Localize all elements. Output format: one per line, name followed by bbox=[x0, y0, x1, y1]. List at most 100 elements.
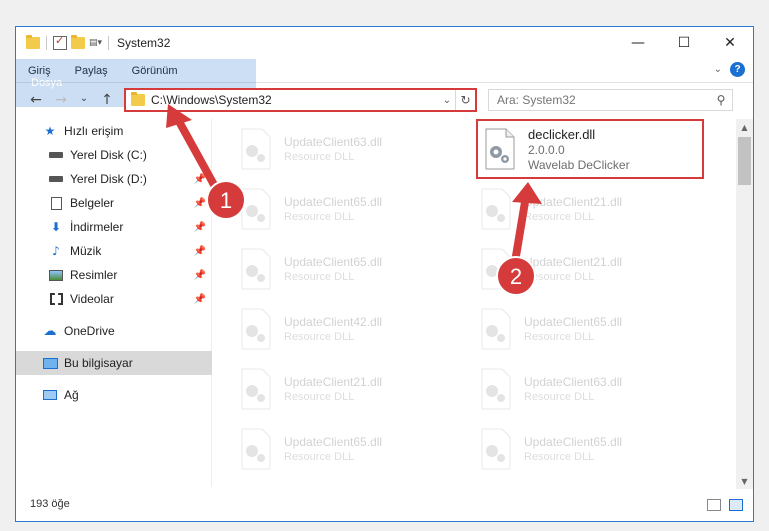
ribbon-tabs: Dosya Giriş Paylaş Görünüm ⌄ ? bbox=[16, 59, 753, 107]
dll-file-icon bbox=[478, 187, 514, 231]
ribbon-right: ⌄ ? bbox=[714, 62, 745, 77]
pin-icon[interactable]: 📌 bbox=[194, 270, 206, 281]
file-item[interactable]: UpdateClient21.dll Resource DLL bbox=[238, 365, 478, 413]
properties-icon[interactable] bbox=[53, 34, 67, 50]
music-icon: ♪ bbox=[52, 244, 60, 258]
toolbar-divider bbox=[108, 36, 110, 50]
file-item[interactable]: UpdateClient65.dll Resource DLL bbox=[478, 305, 718, 353]
forward-button[interactable]: → bbox=[50, 89, 72, 111]
navigation-pane: ★ Hızlı erişim Yerel Disk (C:) Yerel Dis… bbox=[16, 119, 212, 487]
sidebar-item-label: Resimler bbox=[70, 268, 118, 282]
help-icon[interactable]: ? bbox=[730, 62, 745, 77]
file-item[interactable]: UpdateClient63.dll Resource DLL bbox=[478, 365, 718, 413]
sidebar-item-videos[interactable]: Videolar 📌 bbox=[16, 287, 212, 311]
sidebar-item-this-pc[interactable]: Bu bilgisayar bbox=[16, 351, 212, 375]
pin-icon[interactable]: 📌 bbox=[194, 174, 206, 185]
file-list: UpdateClient63.dll Resource DLL UpdateCli… bbox=[214, 119, 734, 487]
pin-icon[interactable]: 📌 bbox=[194, 222, 206, 233]
minimize-button[interactable]: — bbox=[615, 27, 661, 59]
dll-file-icon bbox=[238, 127, 274, 171]
dll-file-icon bbox=[478, 307, 514, 351]
pin-icon[interactable]: 📌 bbox=[194, 246, 206, 257]
file-item[interactable]: UpdateClient63.dll Resource DLL bbox=[238, 125, 478, 173]
up-button[interactable]: ↑ bbox=[96, 89, 118, 111]
sidebar-item-documents[interactable]: Belgeler 📌 bbox=[16, 191, 212, 215]
pin-icon[interactable]: 📌 bbox=[194, 294, 206, 305]
file-version: 2.0.0.0 bbox=[528, 142, 565, 157]
file-description: Resource DLL bbox=[524, 271, 595, 283]
file-item[interactable]: UpdateClient65.dll Resource DLL bbox=[238, 425, 478, 473]
file-item[interactable]: UpdateClient21.dll Resource DLL bbox=[478, 245, 718, 293]
file-description: Resource DLL bbox=[524, 391, 595, 403]
close-button[interactable]: ✕ bbox=[707, 27, 753, 59]
file-item-declicker[interactable]: declicker.dll 2.0.0.0 Wavelab DeClicker bbox=[476, 119, 704, 179]
sidebar-item-label: Yerel Disk (C:) bbox=[70, 148, 147, 162]
refresh-icon[interactable]: ↻ bbox=[455, 90, 475, 110]
documents-icon bbox=[48, 196, 64, 210]
sidebar-item-local-disk-d[interactable]: Yerel Disk (D:) 📌 bbox=[16, 167, 212, 191]
star-icon: ★ bbox=[44, 124, 56, 138]
file-name: UpdateClient21.dll bbox=[284, 375, 383, 389]
customize-toolbar-icon[interactable]: ▤▾ bbox=[89, 38, 102, 48]
title-bar: ▤▾ System32 — ☐ ✕ bbox=[16, 27, 753, 59]
cloud-icon: ☁ bbox=[43, 323, 57, 339]
vertical-scrollbar[interactable]: ▲ ▼ bbox=[736, 119, 753, 489]
videos-icon bbox=[48, 292, 64, 306]
search-box[interactable]: ⚲ bbox=[488, 89, 733, 111]
new-folder-icon[interactable] bbox=[71, 35, 85, 49]
address-bar[interactable]: C:\Windows\System32 ⌄ ↻ bbox=[124, 88, 477, 112]
dll-file-icon bbox=[478, 247, 514, 291]
sidebar-item-label: Videolar bbox=[70, 292, 114, 306]
file-item[interactable]: UpdateClient65.dll Resource DLL bbox=[238, 185, 478, 233]
sidebar-item-pictures[interactable]: Resimler 📌 bbox=[16, 263, 212, 287]
quick-access-toolbar: ▤▾ bbox=[16, 34, 111, 50]
search-icon[interactable]: ⚲ bbox=[710, 93, 732, 107]
maximize-button[interactable]: ☐ bbox=[661, 27, 707, 59]
file-name: UpdateClient65.dll bbox=[284, 435, 383, 449]
address-dropdown-icon[interactable]: ⌄ bbox=[439, 95, 455, 106]
file-item[interactable]: UpdateClient21.dll Resource DLL bbox=[478, 185, 718, 233]
explorer-window: ▤▾ System32 — ☐ ✕ Dosya Giriş Paylaş Gör… bbox=[15, 26, 754, 522]
sidebar-item-label: Müzik bbox=[70, 244, 102, 258]
recent-locations-button[interactable]: ⌄ bbox=[73, 87, 95, 109]
details-view-icon[interactable] bbox=[707, 499, 721, 511]
file-name: UpdateClient63.dll bbox=[284, 135, 383, 149]
folder-icon bbox=[131, 92, 145, 106]
sidebar-item-network[interactable]: Ağ bbox=[16, 383, 212, 407]
file-name: UpdateClient42.dll bbox=[284, 315, 383, 329]
computer-icon bbox=[42, 356, 58, 370]
expand-ribbon-icon[interactable]: ⌄ bbox=[714, 64, 722, 75]
file-item[interactable]: UpdateClient42.dll Resource DLL bbox=[238, 305, 478, 353]
sidebar-item-quick-access[interactable]: ★ Hızlı erişim bbox=[16, 119, 212, 143]
search-input[interactable] bbox=[497, 93, 710, 107]
file-name: UpdateClient65.dll bbox=[524, 435, 623, 449]
file-name: UpdateClient21.dll bbox=[524, 255, 623, 269]
scrollbar-thumb[interactable] bbox=[738, 137, 751, 185]
sidebar-item-local-disk-c[interactable]: Yerel Disk (C:) bbox=[16, 143, 212, 167]
sidebar-item-label: OneDrive bbox=[64, 324, 115, 338]
dll-file-icon bbox=[478, 427, 514, 471]
sidebar-item-label: Yerel Disk (D:) bbox=[70, 172, 147, 186]
file-description: Resource DLL bbox=[284, 331, 355, 343]
file-name: UpdateClient63.dll bbox=[524, 375, 623, 389]
file-description: Wavelab DeClicker bbox=[528, 157, 630, 172]
toolbar-divider bbox=[46, 36, 47, 50]
address-path[interactable]: C:\Windows\System32 bbox=[151, 93, 439, 107]
back-button[interactable]: ← bbox=[25, 89, 47, 111]
drive-icon bbox=[48, 172, 64, 186]
sidebar-item-downloads[interactable]: ⬇ İndirmeler 📌 bbox=[16, 215, 212, 239]
sidebar-item-onedrive[interactable]: ☁ OneDrive bbox=[16, 319, 212, 343]
pin-icon[interactable]: 📌 bbox=[194, 198, 206, 209]
tiles-view-icon[interactable] bbox=[729, 499, 743, 511]
sidebar-item-music[interactable]: ♪ Müzik 📌 bbox=[16, 239, 212, 263]
file-description: Resource DLL bbox=[524, 331, 595, 343]
folder-icon bbox=[26, 35, 40, 49]
drive-icon bbox=[48, 148, 64, 162]
file-item[interactable]: UpdateClient65.dll Resource DLL bbox=[478, 425, 718, 473]
status-bar: 193 öğe bbox=[16, 487, 753, 521]
download-icon: ⬇ bbox=[50, 220, 62, 234]
navigation-bar: ← → ⌄ ↑ C:\Windows\System32 ⌄ ↻ ⚲ bbox=[16, 83, 753, 117]
file-item[interactable]: UpdateClient65.dll Resource DLL bbox=[238, 245, 478, 293]
scroll-up-icon[interactable]: ▲ bbox=[736, 119, 753, 135]
file-name: UpdateClient65.dll bbox=[284, 255, 383, 269]
